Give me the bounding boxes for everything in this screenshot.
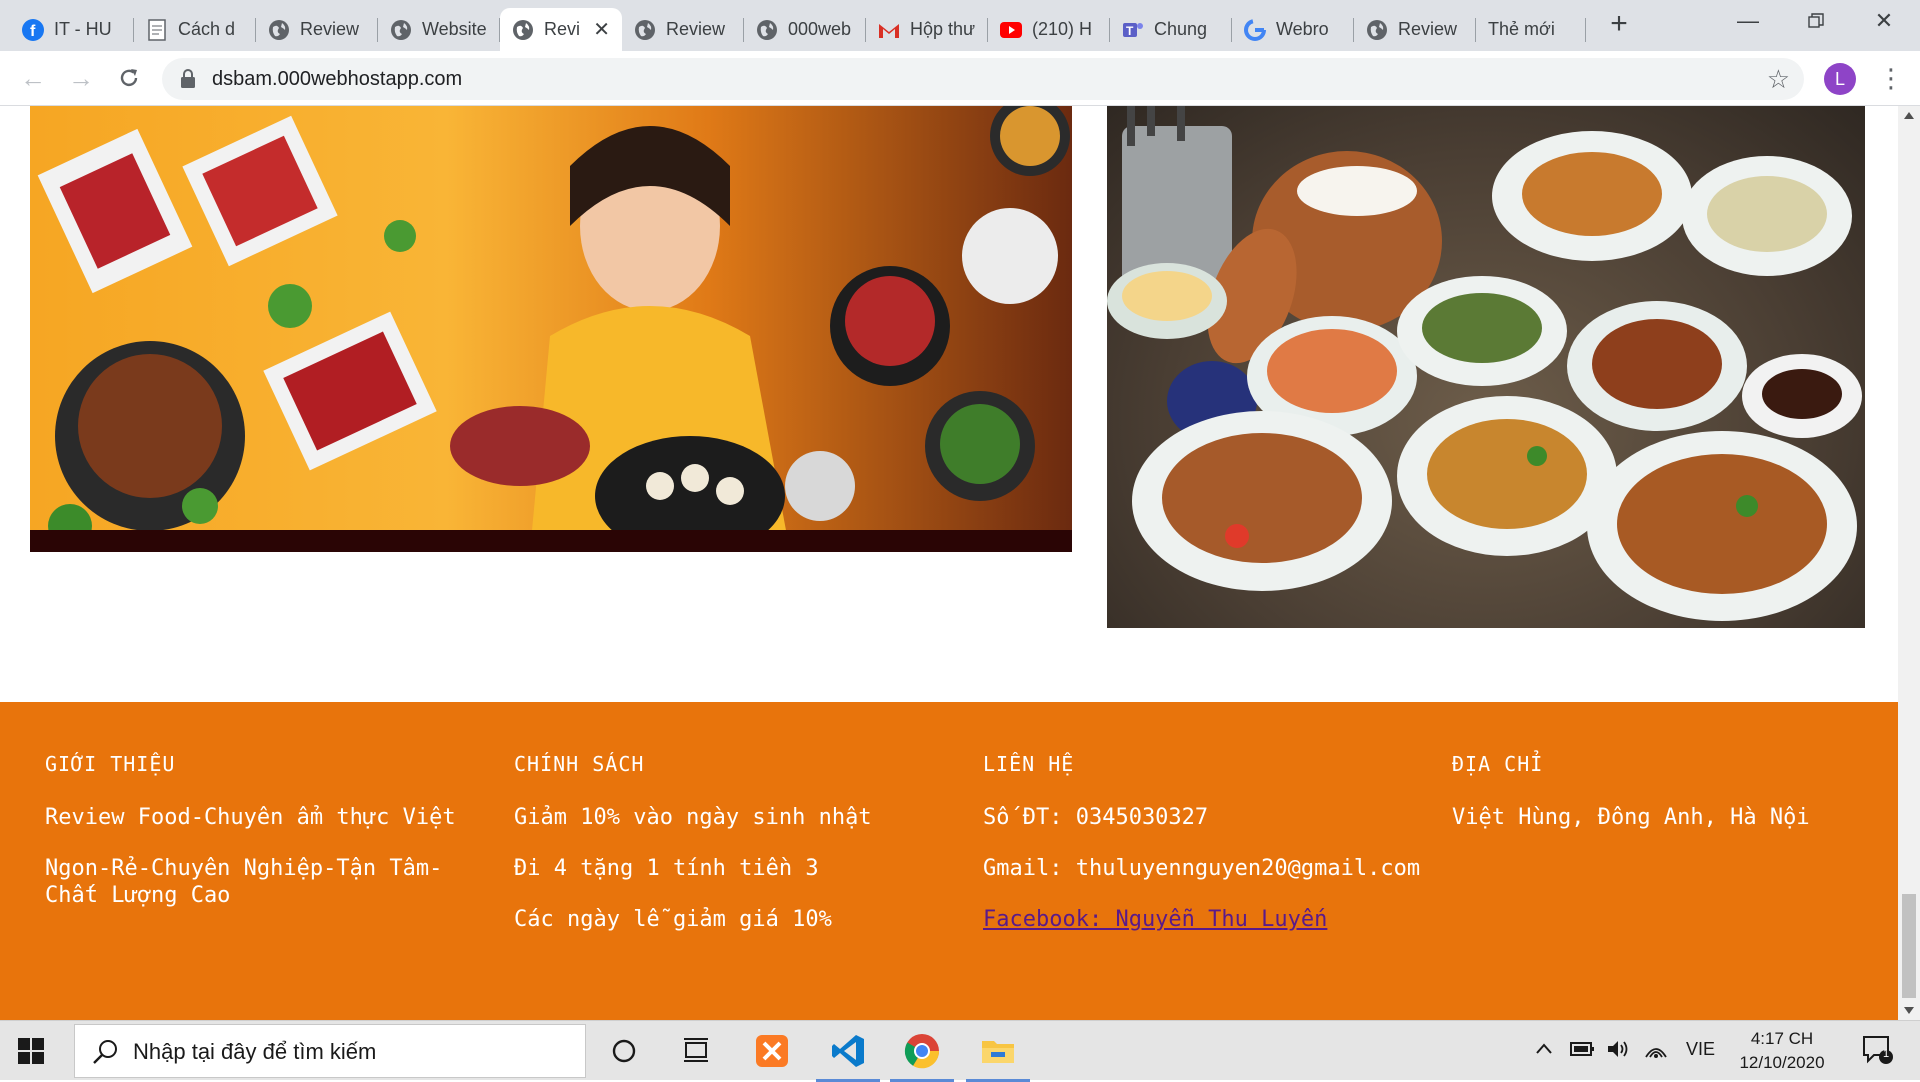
footer-facebook-link[interactable]: Facebook: Nguyễn Thu Luyến (983, 907, 1327, 932)
footer-contact-heading: LIÊN HỆ (983, 752, 1075, 776)
globe-icon (268, 19, 290, 41)
clock-time: 4:17 CH (1750, 1029, 1814, 1048)
tab-6[interactable]: Review (622, 8, 744, 51)
globe-icon (756, 19, 778, 41)
bookmark-star-icon[interactable]: ☆ (1767, 64, 1790, 95)
new-tab-plus-icon[interactable]: + (1604, 9, 1634, 40)
document-icon (146, 18, 168, 41)
footer-address-heading: ĐỊA CHỈ (1452, 752, 1544, 776)
globe-icon (1366, 19, 1388, 41)
minimize-icon[interactable]: — (1718, 6, 1778, 36)
vietnamese-dishes-image (1107, 106, 1865, 628)
footer-phone: Số ĐT: 0345030327 (983, 805, 1209, 830)
tab-9[interactable]: (210) H (988, 8, 1110, 51)
tab-1[interactable]: f IT - HU (10, 8, 134, 51)
tab-7[interactable]: 000web (744, 8, 866, 51)
teams-icon: T (1122, 19, 1144, 41)
globe-icon (390, 19, 412, 41)
vscode-icon[interactable] (816, 1033, 880, 1082)
menu-kebab-icon[interactable]: ⋮ (1878, 61, 1904, 95)
show-hidden-icons-icon[interactable] (1534, 1039, 1554, 1064)
taskbar-search-box[interactable]: Nhập tại đây để tìm kiếm (74, 1024, 586, 1078)
notification-center-icon[interactable]: 1 (1862, 1035, 1894, 1070)
footer-intro-line: Ngon-Rẻ-Chuyên Nghiệp-Tận Tâm-Chất Lượng… (45, 856, 443, 908)
footer-address-text: Việt Hùng, Đông Anh, Hà Nội (1452, 805, 1810, 830)
svg-text:T: T (1126, 24, 1134, 38)
volume-icon[interactable] (1606, 1039, 1632, 1064)
cortana-icon[interactable] (606, 1033, 642, 1069)
battery-icon[interactable] (1570, 1039, 1596, 1064)
wifi-icon[interactable] (1644, 1039, 1668, 1064)
footer-intro-heading: GIỚI THIỆU (45, 752, 176, 776)
footer-policy-column: CHÍNH SÁCH Giảm 10% vào ngày sinh nhật Đ… (514, 752, 954, 957)
tab-11[interactable]: Webro (1232, 8, 1354, 51)
scroll-down-icon[interactable] (1904, 1007, 1914, 1014)
footer-intro-column: GIỚI THIỆU Review Food-Chuyên ẩm thực Vi… (45, 752, 485, 933)
footer-policy-line: Đi 4 tặng 1 tính tiền 3 (514, 856, 819, 881)
image-bottom-band (30, 530, 1072, 552)
google-icon (1244, 18, 1266, 41)
close-window-icon[interactable]: ✕ (1854, 6, 1914, 36)
search-placeholder: Nhập tại đây để tìm kiếm (133, 1039, 377, 1064)
back-arrow-icon[interactable]: ← (16, 61, 50, 95)
footer-contact-column: LIÊN HỆ Số ĐT: 0345030327 Gmail: thuluye… (983, 752, 1423, 957)
footer-policy-line: Giảm 10% vào ngày sinh nhật (514, 805, 872, 830)
windows-taskbar: Nhập tại đây để tìm kiếm VIE 4:17 CH 12/… (0, 1020, 1920, 1082)
url-text[interactable]: dsbam.000webhostapp.com (212, 68, 462, 91)
tab-13-new[interactable]: Thẻ mới (1476, 8, 1586, 51)
address-bar[interactable]: dsbam.000webhostapp.com ☆ (162, 58, 1804, 100)
close-tab-icon[interactable]: ✕ (585, 17, 610, 42)
footer-intro-line: Review Food-Chuyên ẩm thực Việt (45, 805, 456, 830)
tab-2[interactable]: Cách d (134, 8, 256, 51)
footer-gmail: Gmail: thuluyennguyen20@gmail.com (983, 856, 1421, 881)
tab-5-active[interactable]: Revi ✕ (500, 8, 622, 51)
tab-4[interactable]: Website (378, 8, 500, 51)
tab-3[interactable]: Review (256, 8, 378, 51)
facebook-icon: f (22, 18, 44, 41)
globe-icon (512, 19, 534, 41)
scroll-up-icon[interactable] (1904, 112, 1914, 119)
tab-strip: f IT - HU Cách d Review Website Revi ✕ R… (0, 0, 1920, 51)
chrome-icon[interactable] (890, 1033, 954, 1082)
lock-icon[interactable] (180, 69, 196, 89)
gmail-icon (878, 19, 900, 41)
youtube-icon (1000, 19, 1022, 41)
search-icon (91, 1037, 121, 1067)
input-language[interactable]: VIE (1686, 1039, 1715, 1060)
notification-count-badge: 1 (1883, 1048, 1890, 1060)
footer-policy-heading: CHÍNH SÁCH (514, 752, 645, 776)
footer-address-column: ĐỊA CHỈ Việt Hùng, Đông Anh, Hà Nội (1452, 752, 1832, 855)
scrollbar-thumb[interactable] (1902, 894, 1916, 998)
xampp-icon[interactable] (754, 1033, 790, 1069)
forward-arrow-icon[interactable]: → (64, 61, 98, 95)
page-viewport: GIỚI THIỆU Review Food-Chuyên ẩm thực Vi… (0, 106, 1898, 1020)
tab-12[interactable]: Review (1354, 8, 1476, 51)
browser-toolbar: ← → dsbam.000webhostapp.com ☆ L ⋮ (0, 51, 1920, 106)
svg-text:f: f (30, 23, 36, 40)
windows-start-icon[interactable] (18, 1038, 44, 1064)
tab-10[interactable]: T Chung (1110, 8, 1232, 51)
restore-icon[interactable] (1786, 6, 1846, 36)
reload-icon[interactable] (112, 61, 146, 95)
file-explorer-icon[interactable] (966, 1033, 1030, 1082)
tab-8[interactable]: Hộp thư (866, 8, 988, 51)
footer-policy-line: Các ngày lễ giảm giá 10% (514, 907, 832, 932)
globe-icon (634, 19, 656, 41)
clock-date: 12/10/2020 (1739, 1053, 1825, 1072)
task-view-icon[interactable] (678, 1033, 714, 1069)
page-scrollbar[interactable] (1898, 106, 1920, 1020)
bbq-promo-image (30, 106, 1072, 552)
profile-avatar[interactable]: L (1824, 63, 1856, 95)
system-clock[interactable]: 4:17 CH 12/10/2020 (1726, 1027, 1838, 1075)
site-footer: GIỚI THIỆU Review Food-Chuyên ẩm thực Vi… (0, 702, 1898, 1020)
